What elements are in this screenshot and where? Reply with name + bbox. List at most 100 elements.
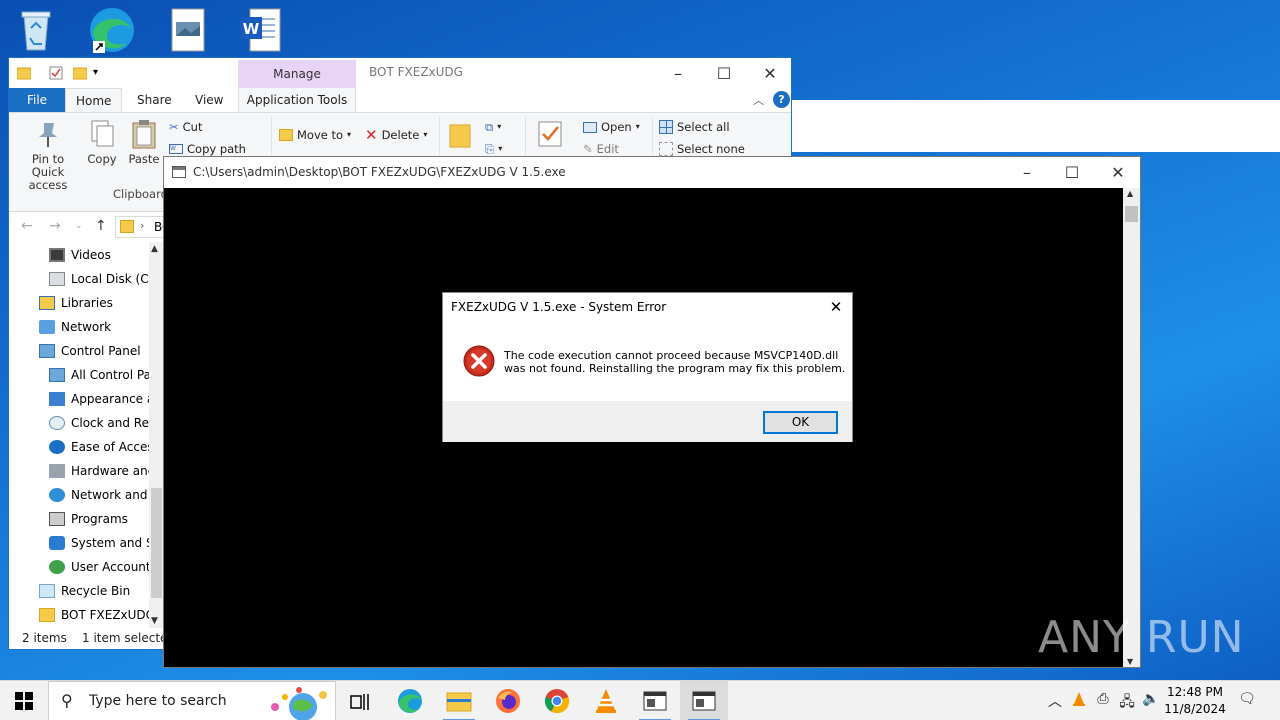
nav-item-appearance[interactable]: Appearance an (49, 388, 162, 410)
image-file-icon[interactable] (158, 4, 218, 56)
nav-item-network[interactable]: Network (39, 316, 111, 338)
paste-button[interactable]: Paste (125, 119, 163, 166)
forward-arrow-icon[interactable]: → (49, 218, 61, 234)
select-all-button[interactable]: Select all (659, 117, 730, 137)
dialog-title: FXEZxUDG V 1.5.exe - System Error (451, 300, 667, 314)
device-tray-icon[interactable]: ⎙ (1094, 691, 1112, 711)
customize-quick-access-icon[interactable]: ▾ (93, 66, 107, 80)
shield-icon (49, 536, 65, 550)
nav-item-libraries[interactable]: Libraries (39, 292, 113, 314)
console-minimize-button[interactable]: – (1004, 157, 1050, 187)
vlc-tray-icon[interactable] (1070, 691, 1088, 711)
taskbar-search-box[interactable]: ⚲ Type here to search (48, 681, 336, 720)
nav-item-local-disk[interactable]: Local Disk (C:) (49, 268, 157, 290)
nav-item-bot-folder[interactable]: BOT FXEZxUDG (39, 604, 155, 626)
nav-item-user-accounts[interactable]: User Accounts (49, 556, 157, 578)
tab-file[interactable]: File (9, 88, 65, 112)
console-app-icon (172, 166, 186, 178)
nav-item-system-security[interactable]: System and Sec (49, 532, 164, 554)
taskbar-edge[interactable] (386, 681, 434, 720)
tab-application-tools[interactable]: Application Tools (238, 88, 356, 112)
show-hidden-icons-icon[interactable]: ︿ (1046, 691, 1064, 711)
back-arrow-icon[interactable]: ← (21, 218, 33, 234)
scroll-up-icon[interactable]: ▲ (151, 244, 158, 254)
console-scroll-thumb[interactable] (1125, 206, 1138, 222)
scroll-down-icon[interactable]: ▼ (151, 616, 158, 626)
start-button[interactable] (0, 681, 48, 720)
error-message-line1: The code execution cannot proceed becaus… (504, 349, 839, 362)
nav-item-videos[interactable]: Videos (49, 244, 111, 266)
programs-icon (49, 512, 65, 526)
user-accounts-icon (49, 560, 65, 574)
volume-icon[interactable]: 🔈 (1142, 691, 1160, 711)
error-message-line2: was not found. Reinstalling the program … (504, 362, 846, 375)
delete-button[interactable]: ✕ Delete ▾ (365, 125, 427, 145)
new-folder-button[interactable] (447, 119, 473, 153)
nav-item-all-control-panel[interactable]: All Control Par (49, 364, 156, 386)
minimize-button[interactable]: – (655, 58, 701, 88)
chrome-icon (544, 689, 570, 714)
console-scroll-up-icon[interactable]: ▲ (1127, 189, 1133, 198)
nav-item-network-internet[interactable]: Network and Ir (49, 484, 160, 506)
nav-item-control-panel[interactable]: Control Panel (39, 340, 141, 362)
nav-item-programs[interactable]: Programs (49, 508, 128, 530)
notifications-icon[interactable]: 🗨 (1238, 691, 1256, 711)
close-button[interactable]: ✕ (747, 58, 791, 88)
taskbar-firefox[interactable] (484, 681, 532, 720)
nav-item-hardware[interactable]: Hardware and (49, 460, 155, 482)
move-to-button[interactable]: Move to ▾ (279, 125, 351, 145)
console-maximize-button[interactable]: ☐ (1049, 157, 1095, 187)
dialog-footer: OK (443, 401, 852, 442)
recent-locations-icon[interactable]: ⌄ (75, 221, 83, 231)
taskbar-app-window-active[interactable] (680, 681, 728, 720)
collapse-ribbon-icon[interactable]: ︿ (753, 92, 764, 108)
tab-share[interactable]: Share (127, 88, 182, 112)
taskbar-chrome[interactable] (533, 681, 581, 720)
maximize-button[interactable]: ☐ (701, 58, 747, 88)
edge-shortcut-icon[interactable] (82, 4, 142, 56)
new-item-button[interactable]: ⧉ ▾ (485, 117, 501, 137)
taskbar-app-window[interactable] (631, 681, 679, 720)
manage-contextual-tab[interactable]: Manage (238, 60, 356, 88)
word-document-icon[interactable]: W (230, 4, 290, 56)
tab-home[interactable]: Home (65, 88, 123, 112)
properties-button[interactable] (533, 119, 567, 153)
taskbar-file-explorer[interactable] (435, 681, 483, 720)
item-count: 2 items (22, 631, 67, 645)
ok-button[interactable]: OK (763, 411, 838, 434)
nav-scroll-thumb[interactable] (151, 488, 162, 598)
cut-button[interactable]: ✂ Cut (169, 117, 202, 137)
console-app-icon (692, 691, 716, 711)
network-tray-icon[interactable]: 🖧 (1118, 691, 1136, 711)
clock-date: 11/8/2024 (1164, 702, 1226, 716)
pin-to-quick-access-button[interactable]: Pin to Quick access (15, 119, 81, 192)
file-explorer-icon (446, 692, 472, 712)
nav-item-label: Clock and Regi (71, 416, 160, 430)
open-label: Open (601, 120, 632, 134)
selection-count: 1 item selected (82, 631, 176, 645)
scissors-icon: ✂ (169, 120, 179, 134)
console-window-title: C:\Users\admin\Desktop\BOT FXEZxUDG\FXEZ… (193, 165, 566, 179)
task-view-button[interactable] (336, 681, 384, 720)
taskbar-vlc[interactable] (582, 681, 630, 720)
up-arrow-icon[interactable]: ↑ (95, 218, 107, 234)
recycle-bin-icon[interactable] (6, 4, 66, 56)
copy-button[interactable]: Copy (85, 119, 119, 166)
properties-icon[interactable] (49, 66, 63, 80)
nav-item-label: Recycle Bin (61, 584, 131, 598)
nav-item-ease-of-access[interactable]: Ease of Access (49, 436, 160, 458)
hardware-icon (49, 464, 65, 478)
help-icon[interactable]: ? (773, 91, 790, 108)
clipboard-group-label: Clipboard (113, 187, 168, 201)
tab-view[interactable]: View (185, 88, 233, 112)
new-folder-icon[interactable] (72, 66, 88, 80)
nav-item-recycle-bin[interactable]: Recycle Bin (39, 580, 130, 602)
firefox-icon (496, 689, 520, 713)
open-button[interactable]: Open ▾ (583, 117, 640, 137)
console-close-button[interactable]: ✕ (1095, 157, 1141, 187)
copy-path-icon: W (169, 144, 183, 154)
dialog-close-button[interactable]: ✕ (826, 297, 846, 317)
console-scrollbar[interactable]: ▲ ▼ (1123, 188, 1140, 667)
system-clock[interactable]: 12:48 PM 11/8/2024 (1160, 684, 1230, 718)
nav-item-clock-region[interactable]: Clock and Regi (49, 412, 160, 434)
